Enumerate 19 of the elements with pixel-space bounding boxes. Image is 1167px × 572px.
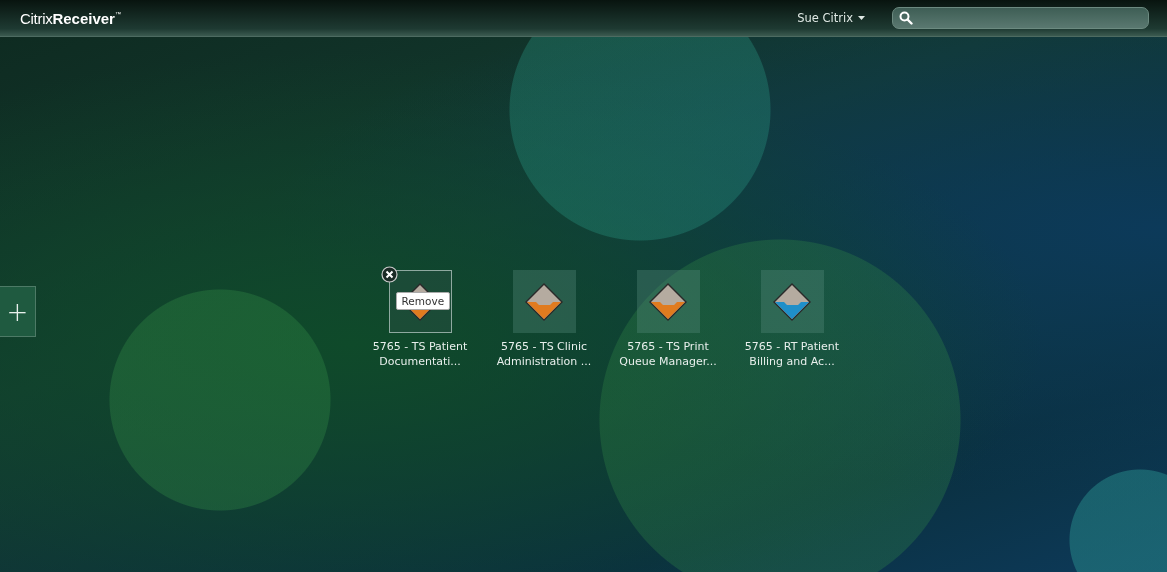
close-icon[interactable] (380, 266, 398, 283)
app-name: 5765 - TS Patient Documentati... (372, 339, 468, 369)
remove-tooltip: Remove (395, 292, 451, 310)
logo-text: Citrix (20, 9, 53, 27)
user-menu[interactable]: Sue Citrix (797, 11, 865, 25)
diamond-app-icon (524, 281, 564, 322)
app-name: 5765 - TS Clinic Administration ... (496, 339, 592, 369)
app-name: 5765 - TS Print Queue Manager... (619, 339, 717, 369)
logo-text: Receiver (52, 9, 115, 27)
search-icon (899, 11, 913, 25)
diamond-app-icon (648, 281, 688, 322)
search-field[interactable] (892, 7, 1149, 29)
app-tile[interactable] (760, 270, 824, 333)
app-tile[interactable] (636, 270, 700, 333)
diamond-app-icon (772, 281, 812, 322)
add-apps-button[interactable]: + (0, 286, 36, 337)
app-tile[interactable] (512, 270, 576, 333)
app-name: 5765 - RT Patient Billing and Ac... (744, 339, 840, 369)
caret-icon (858, 16, 865, 20)
